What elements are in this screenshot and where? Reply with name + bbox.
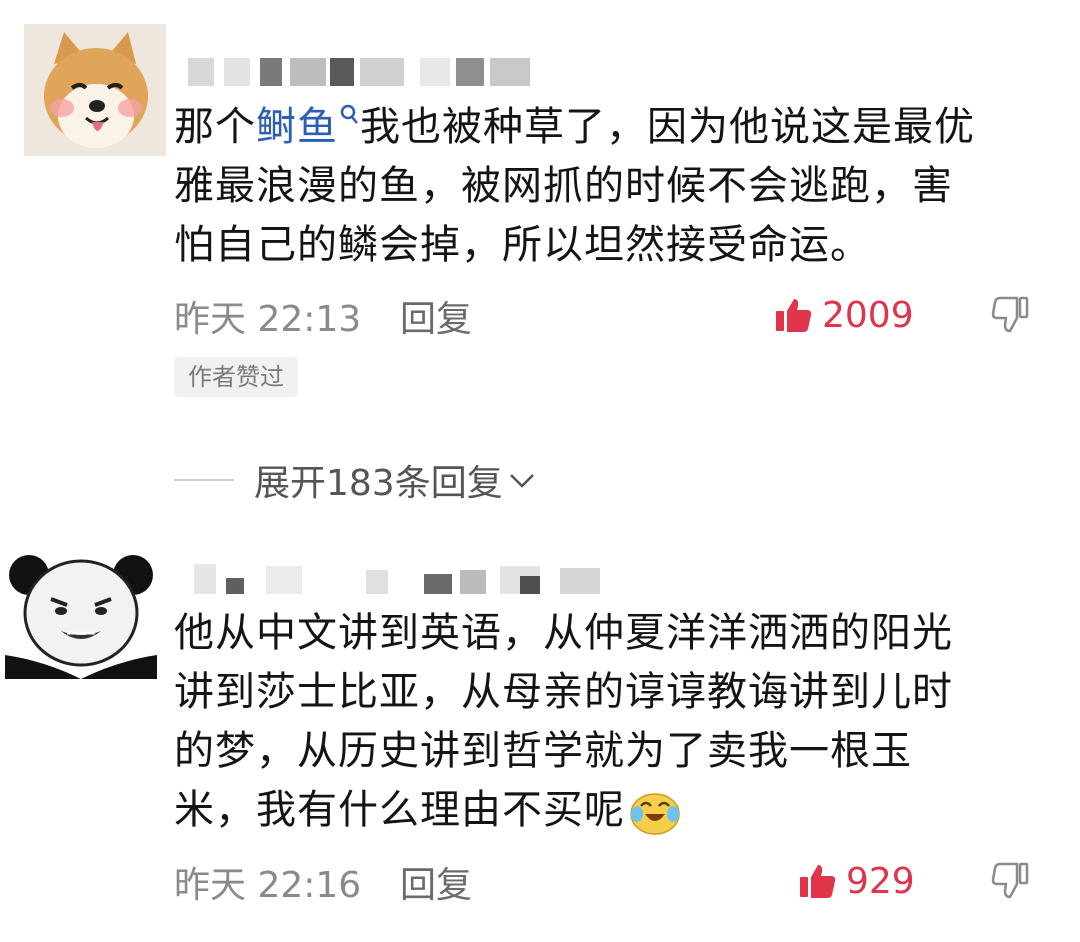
expand-replies-button[interactable]: 展开183条回复 (174, 455, 537, 505)
comment-meta: 昨天 22:16 回复 929 (174, 856, 1044, 906)
comment-line: 的梦，从历史讲到哲学就为了卖我一根玉 (174, 728, 912, 774)
shiba-avatar-image (24, 24, 166, 156)
comment-text-part: 那个 (174, 104, 256, 150)
crying-laugh-emoji-icon (630, 793, 680, 835)
comment-line: 讲到莎士比亚，从母亲的谆谆教诲讲到儿时 (174, 669, 953, 715)
like-count: 929 (846, 860, 915, 902)
keyword-link[interactable]: 鲥鱼 (256, 104, 338, 150)
author-liked-badge: 作者赞过 (174, 357, 298, 397)
avatar-panda[interactable] (5, 545, 157, 679)
panda-meme-avatar-image (5, 545, 157, 679)
thumb-up-icon (800, 865, 836, 898)
like-count: 2009 (822, 294, 914, 336)
username-blurred[interactable] (180, 560, 600, 600)
username-blurred[interactable] (180, 52, 550, 92)
expand-replies-label: 展开183条回复 (254, 463, 503, 504)
comment-line: 那个鲥鱼 我也被种草了，因为他说这是最优 (174, 98, 1054, 157)
comment-text-part: 我也被种草了，因为他说这是最优 (360, 104, 975, 150)
comment-line: 米，我有什么理由不买呢 (174, 781, 1054, 840)
avatar-shiba[interactable] (24, 24, 166, 156)
search-mini-icon[interactable] (338, 102, 360, 132)
comment-time: 昨天 22:16 (174, 865, 362, 906)
expand-divider (174, 479, 234, 481)
thumb-down-icon[interactable] (990, 294, 1030, 334)
reply-button[interactable]: 回复 (400, 856, 472, 908)
thumb-up-icon (776, 299, 812, 332)
comment-line: 雅最浪漫的鱼，被网抓的时候不会逃跑，害 (174, 163, 953, 209)
chevron-down-icon (509, 474, 534, 488)
comment-text-part: 米，我有什么理由不买呢 (174, 787, 625, 833)
comment-meta: 昨天 22:13 回复 2009 (174, 290, 1044, 340)
reply-button[interactable]: 回复 (400, 290, 472, 342)
thumb-down-icon[interactable] (990, 860, 1030, 900)
comment-line: 他从中文讲到英语，从仲夏洋洋洒洒的阳光 (174, 610, 953, 656)
like-button[interactable]: 929 (798, 856, 915, 906)
like-button[interactable]: 2009 (774, 290, 914, 340)
comment-line: 怕自己的鳞会掉，所以坦然接受命运。 (174, 222, 871, 268)
comment-time: 昨天 22:13 (174, 299, 362, 340)
comment-text: 他从中文讲到英语，从仲夏洋洋洒洒的阳光 讲到莎士比亚，从母亲的谆谆教诲讲到儿时 … (174, 604, 1054, 840)
comment-text: 那个鲥鱼 我也被种草了，因为他说这是最优 雅最浪漫的鱼，被网抓的时候不会逃跑，害 … (174, 98, 1054, 275)
